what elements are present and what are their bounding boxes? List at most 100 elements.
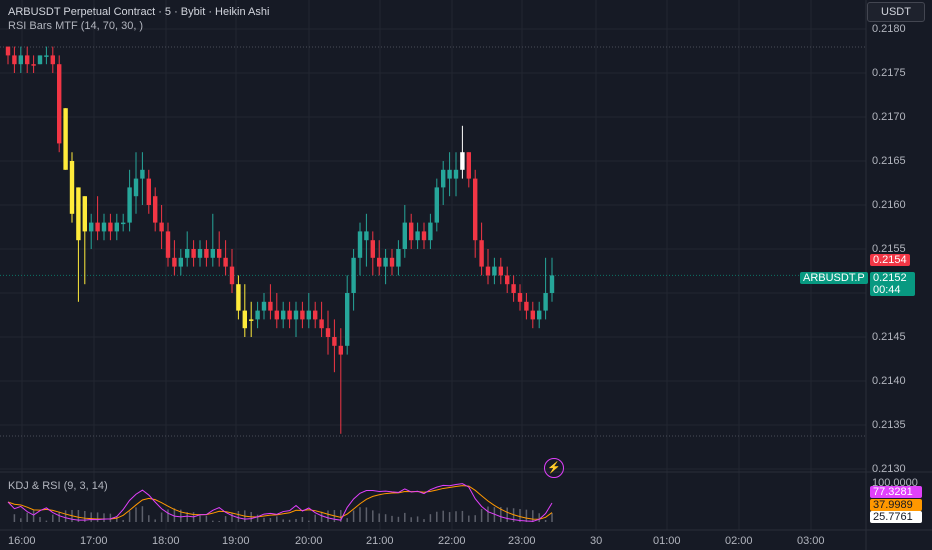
candle-body	[313, 310, 318, 320]
candle-body	[89, 222, 94, 232]
candle-body	[441, 169, 446, 188]
candle-body	[255, 310, 260, 320]
price-axis-label: 0.2135	[872, 419, 906, 431]
symbol-title[interactable]: ARBUSDT Perpetual Contract · 5 · Bybit ·…	[8, 5, 269, 19]
symbol-tag: ARBUSDT.P	[800, 272, 868, 284]
time-axis-label: 19:00	[222, 535, 250, 547]
candle-body	[76, 187, 81, 241]
candle-body	[409, 222, 414, 241]
candle-body	[12, 55, 17, 65]
price-axis-label: 0.2130	[872, 463, 906, 475]
candle-body	[345, 293, 350, 346]
candle-body	[261, 301, 267, 311]
candle-body	[223, 257, 228, 267]
time-axis-label: 03:00	[797, 535, 825, 547]
candle-body	[121, 222, 126, 225]
candle-body	[498, 266, 503, 276]
current-price: 0.2152	[873, 272, 907, 284]
kdj-indicator-title[interactable]: KDJ & RSI (9, 3, 14)	[8, 480, 108, 492]
time-axis-label: 21:00	[366, 535, 394, 547]
candle-body	[236, 284, 241, 311]
candle-body	[332, 337, 337, 346]
candle-body	[319, 319, 324, 329]
candle-body	[524, 301, 529, 311]
candle-body	[197, 249, 203, 258]
candle-body	[153, 196, 158, 223]
candle-body	[396, 249, 401, 267]
candle-body	[101, 222, 107, 232]
time-axis-label: 01:00	[653, 535, 681, 547]
candle-body	[549, 275, 555, 293]
candle-body	[543, 293, 548, 311]
candle-body	[31, 64, 36, 66]
candle-body	[364, 231, 369, 241]
price-axis-label: 0.2140	[872, 375, 906, 387]
candle-body	[37, 55, 43, 65]
kdj-label-d: 37.9989	[870, 499, 922, 511]
candle-body	[114, 222, 119, 232]
candle-body	[44, 55, 49, 57]
candle-body	[159, 222, 164, 232]
price-axis-label: 0.2175	[872, 67, 906, 79]
candle-body	[537, 310, 542, 320]
candle-body	[505, 275, 510, 285]
time-axis-label: 23:00	[508, 535, 536, 547]
candle-body	[517, 293, 523, 302]
candlestick-chart[interactable]	[0, 0, 932, 550]
candle-body	[485, 266, 491, 276]
candle-body	[274, 310, 279, 320]
candle-body	[492, 266, 497, 276]
candle-body	[178, 257, 183, 267]
candle-body	[249, 319, 254, 321]
candle-body	[383, 257, 388, 267]
time-axis-label: 20:00	[295, 535, 323, 547]
candle-body	[268, 301, 273, 311]
time-axis-label: 30	[590, 535, 603, 547]
candle-body	[281, 310, 286, 320]
lightning-icon[interactable]: ⚡	[544, 458, 564, 478]
price-axis-label: 0.2165	[872, 155, 906, 167]
candle-body	[229, 266, 235, 285]
candle-body	[479, 240, 484, 267]
candle-body	[5, 46, 11, 56]
candle-body	[50, 55, 55, 65]
indicator-label[interactable]: RSI Bars MTF (14, 70, 30, )	[8, 19, 269, 33]
candle-body	[95, 222, 100, 232]
candle-body	[133, 178, 139, 197]
kdj-label-j: 25.7761	[870, 511, 922, 523]
currency-button[interactable]: USDT	[867, 2, 925, 22]
candle-body	[511, 284, 516, 293]
candle-body	[351, 257, 356, 293]
candle-body	[63, 108, 68, 170]
candle-body	[185, 249, 190, 258]
candle-body	[217, 249, 222, 258]
candle-body	[466, 152, 471, 179]
candle-body	[165, 231, 171, 258]
candle-body	[453, 169, 459, 179]
candle-body	[357, 231, 363, 258]
candle-body	[140, 169, 145, 179]
price-axis-label: 0.2180	[872, 23, 906, 35]
time-axis-label: 22:00	[438, 535, 466, 547]
candle-body	[338, 345, 343, 355]
countdown-timer: 00:44	[873, 284, 901, 296]
price-axis-label: 0.2170	[872, 111, 906, 123]
price-axis-label: 0.2160	[872, 199, 906, 211]
candle-body	[146, 178, 151, 205]
time-axis-label: 16:00	[8, 535, 36, 547]
candle-body	[434, 187, 439, 223]
candle-body	[415, 231, 420, 241]
current-price-tag: 0.2152 00:44	[870, 272, 915, 296]
candle-body	[460, 152, 465, 170]
kdj-label-k: 77.3281	[870, 486, 922, 498]
candle-body	[57, 64, 62, 144]
candle-body	[428, 222, 433, 241]
candle-body	[473, 178, 478, 241]
candle-body	[447, 169, 452, 179]
candle-body	[421, 231, 427, 241]
price-axis-label: 0.2145	[872, 331, 906, 343]
candle-body	[204, 249, 209, 258]
candle-body	[325, 328, 331, 337]
candle-body	[127, 187, 132, 223]
candle-body	[82, 196, 87, 232]
